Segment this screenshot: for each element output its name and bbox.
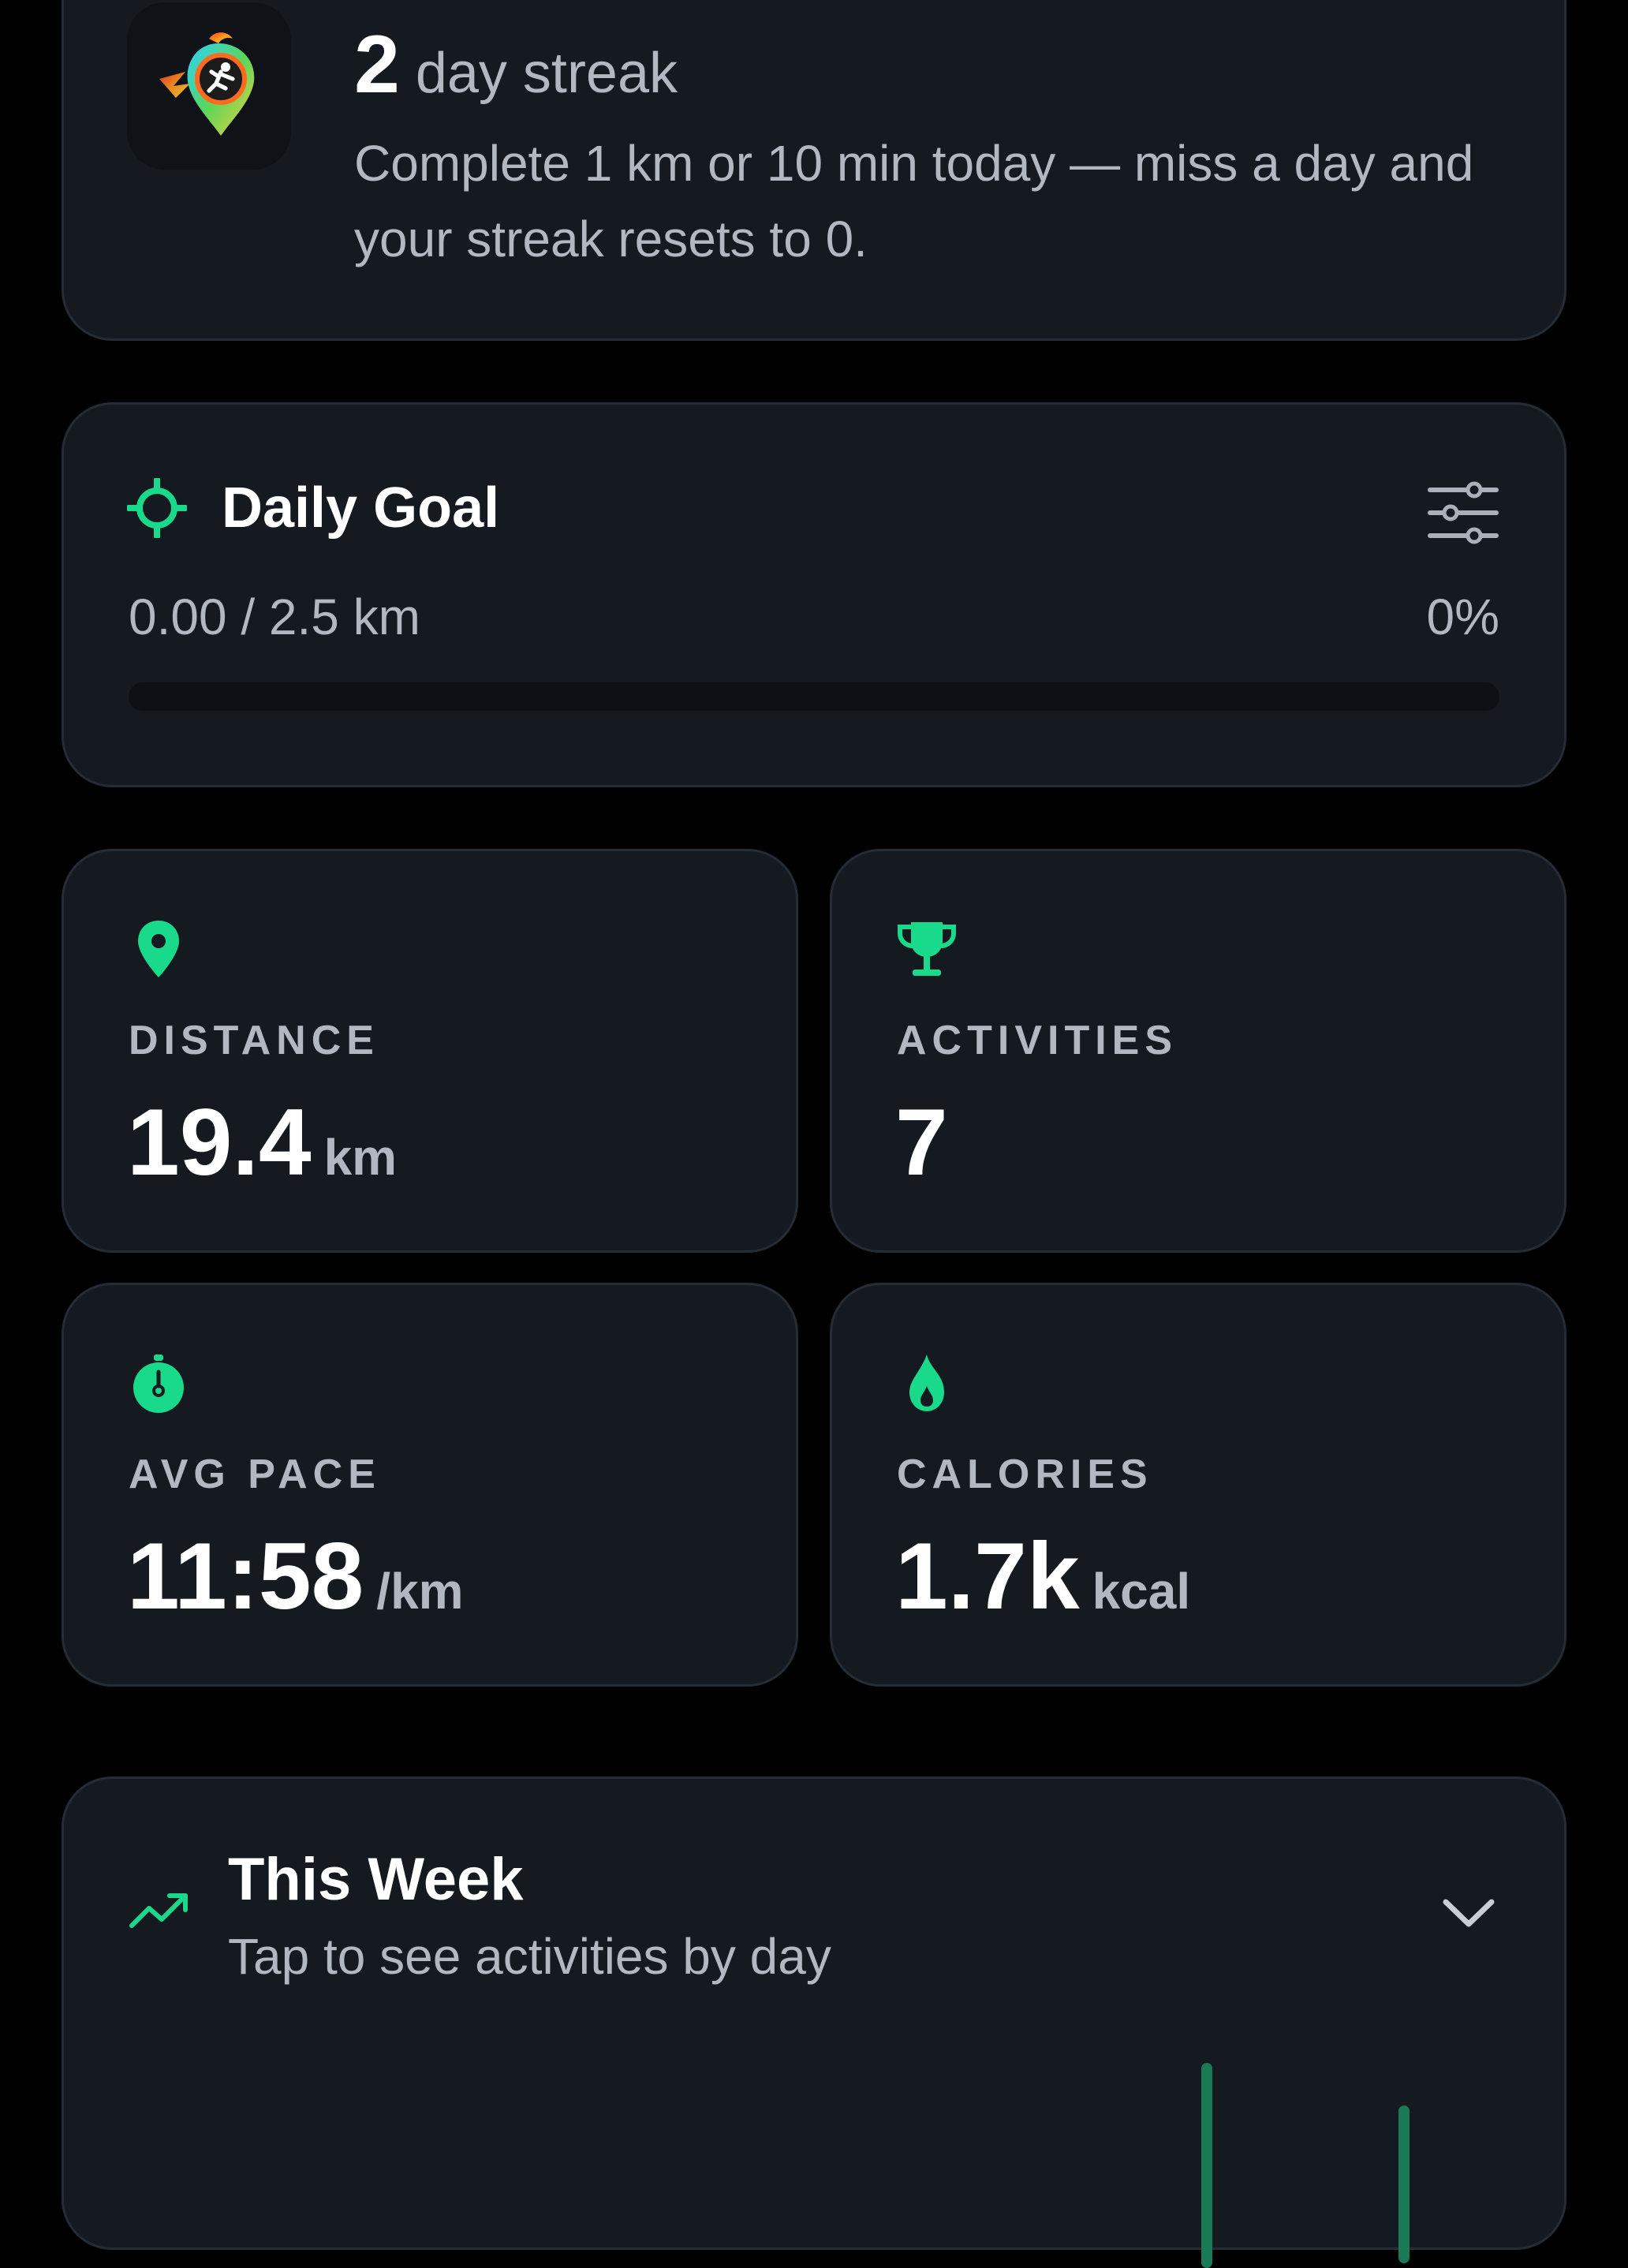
streak-headline: 2 day streak <box>354 18 678 112</box>
stat-card-calories: CALORIES 1.7k kcal <box>830 1283 1566 1687</box>
stat-value-distance: 19.4 <box>127 1089 312 1195</box>
stat-value-row-activities: 7 <box>895 1088 948 1197</box>
this-week-card[interactable]: This Week Tap to see activities by day <box>62 1777 1566 2268</box>
flame-icon <box>909 1354 944 1411</box>
stat-unit-distance: km <box>323 1129 398 1186</box>
stat-label-avg-pace: AVG PACE <box>129 1452 381 1497</box>
streak-unit-label: day streak <box>415 42 678 105</box>
stat-card-distance: DISTANCE 19.4 km <box>62 849 798 1253</box>
this-week-subtitle: Tap to see activities by day <box>228 1928 831 1985</box>
map-pin-icon <box>138 921 179 977</box>
streak-icon-tile <box>127 2 291 170</box>
daily-goal-progress-text: 0.00 / 2.5 km <box>129 588 420 645</box>
stat-value-row-calories: 1.7k kcal <box>895 1522 1190 1631</box>
streak-count: 2 <box>354 19 400 110</box>
trophy-icon <box>898 922 956 976</box>
stat-value-calories: 1.7k <box>895 1523 1080 1629</box>
streak-card: 2 day streak Complete 1 km or 10 min toda… <box>62 0 1566 341</box>
stat-unit-calories: kcal <box>1092 1563 1191 1620</box>
daily-goal-title: Daily Goal <box>222 476 500 540</box>
sliders-icon[interactable] <box>1427 480 1499 545</box>
this-week-chart-bar <box>1201 2063 1212 2268</box>
stat-card-avg-pace: AVG PACE 11:58/km <box>62 1283 798 1687</box>
daily-goal-percent: 0% <box>1426 588 1500 645</box>
stat-label-calories: CALORIES <box>897 1452 1153 1497</box>
daily-goal-progress-bar <box>129 682 1499 711</box>
flaming-runner-pin-icon <box>159 32 255 136</box>
stat-value-avg-pace: 11:58 <box>127 1523 364 1629</box>
stat-unit-avg-pace: /km <box>376 1563 464 1620</box>
streak-description: Complete 1 km or 10 min today — miss a d… <box>354 135 1474 267</box>
this-week-title: This Week <box>228 1846 524 1913</box>
stat-value-row-distance: 19.4 km <box>127 1088 397 1197</box>
stat-value-row-avg-pace: 11:58/km <box>127 1522 464 1631</box>
daily-goal-card[interactable]: Daily Goal 0.00 / 2.5 km 0% <box>62 402 1566 787</box>
daily-goal-header: Daily Goal <box>127 476 499 540</box>
chevron-down-icon[interactable] <box>1441 1896 1496 1930</box>
stopwatch-icon <box>133 1354 184 1413</box>
stat-card-activities: ACTIVITIES 7 <box>830 849 1566 1253</box>
trending-up-icon <box>129 1893 188 1928</box>
stat-value-activities: 7 <box>895 1089 948 1195</box>
target-icon <box>127 478 187 538</box>
stat-label-activities: ACTIVITIES <box>897 1018 1178 1063</box>
stat-label-distance: DISTANCE <box>129 1018 379 1063</box>
this-week-chart-bar <box>1398 2105 1410 2263</box>
